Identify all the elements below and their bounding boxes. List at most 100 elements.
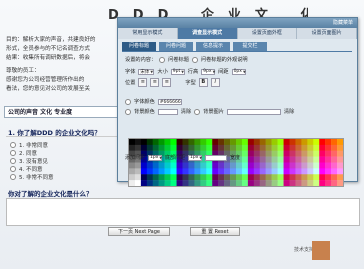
color-swatch[interactable] (301, 162, 308, 169)
color-swatch[interactable] (307, 162, 314, 169)
color-swatch[interactable] (247, 168, 255, 175)
color-swatch[interactable] (259, 180, 266, 186)
color-swatch[interactable] (212, 174, 219, 181)
font-select[interactable]: 宋体 ▼ (138, 68, 155, 75)
color-swatch[interactable] (176, 180, 183, 186)
radio-button[interactable] (10, 174, 16, 180)
color-swatch[interactable] (265, 168, 272, 175)
size-select[interactable]: 9pt ▼ (170, 68, 185, 75)
color-swatch[interactable] (146, 168, 153, 175)
color-swatch[interactable] (129, 144, 136, 151)
color-swatch[interactable] (140, 139, 148, 146)
color-swatch[interactable] (140, 144, 148, 151)
color-swatch[interactable] (325, 162, 332, 169)
color-swatch[interactable] (236, 144, 243, 151)
color-swatch[interactable] (224, 144, 231, 151)
color-swatch[interactable] (212, 180, 219, 186)
color-swatch[interactable] (307, 168, 314, 175)
color-swatch[interactable] (319, 162, 326, 169)
color-swatch[interactable] (146, 162, 153, 169)
line-select[interactable]: 9px ▼ (201, 68, 215, 75)
color-swatch[interactable] (319, 144, 326, 151)
color-swatch[interactable] (289, 144, 296, 151)
color-swatch[interactable] (313, 180, 320, 186)
color-swatch[interactable] (295, 180, 302, 186)
color-swatch[interactable] (295, 162, 302, 169)
color-swatch[interactable] (319, 156, 326, 163)
color-swatch[interactable] (295, 150, 302, 157)
color-swatch[interactable] (218, 139, 225, 146)
color-swatch[interactable] (325, 156, 332, 163)
color-swatch[interactable] (200, 144, 207, 151)
color-swatch[interactable] (146, 174, 153, 181)
color-swatch[interactable] (170, 162, 177, 169)
color-swatch[interactable] (200, 180, 207, 186)
color-swatch[interactable] (259, 174, 266, 181)
color-swatch[interactable] (218, 162, 225, 169)
color-swatch[interactable] (331, 150, 338, 157)
color-swatch[interactable] (200, 174, 207, 181)
font-color-input[interactable]: #666666 (157, 98, 182, 105)
color-swatch[interactable] (164, 144, 171, 151)
color-swatch[interactable] (277, 144, 284, 151)
color-swatch[interactable] (236, 139, 243, 146)
color-swatch[interactable] (307, 150, 314, 157)
color-swatch[interactable] (176, 162, 183, 169)
color-swatch[interactable] (295, 144, 302, 151)
color-swatch[interactable] (265, 156, 272, 163)
color-swatch[interactable] (259, 150, 266, 157)
subtab-info[interactable]: 信息提示 (196, 42, 230, 51)
radio-button[interactable] (194, 108, 201, 115)
color-swatch[interactable] (265, 174, 272, 181)
option-3[interactable]: 3. 没有意见 (10, 157, 54, 165)
color-swatch[interactable] (259, 156, 266, 163)
color-swatch[interactable] (158, 168, 165, 175)
color-swatch[interactable] (218, 180, 225, 186)
color-swatch[interactable] (176, 174, 183, 181)
answer-textarea[interactable] (6, 198, 360, 226)
color-swatch[interactable] (301, 174, 308, 181)
color-swatch[interactable] (176, 139, 183, 146)
color-swatch[interactable] (212, 144, 219, 151)
color-swatch[interactable] (331, 168, 338, 175)
color-swatch[interactable] (253, 168, 260, 175)
color-swatch[interactable] (337, 174, 343, 181)
color-swatch[interactable] (259, 144, 266, 151)
color-swatch[interactable] (224, 139, 231, 146)
color-swatch[interactable] (170, 180, 177, 186)
color-swatch[interactable] (129, 162, 136, 169)
color-swatch[interactable] (164, 168, 171, 175)
color-swatch[interactable] (164, 162, 171, 169)
color-swatch[interactable] (283, 168, 290, 175)
color-swatch[interactable] (265, 150, 272, 157)
color-swatch[interactable] (241, 144, 249, 151)
color-swatch[interactable] (140, 180, 148, 186)
color-swatch[interactable] (241, 168, 249, 175)
color-swatch[interactable] (152, 174, 159, 181)
color-swatch[interactable] (194, 144, 201, 151)
color-swatch[interactable] (170, 139, 177, 146)
color-swatch[interactable] (206, 174, 213, 181)
color-swatch[interactable] (182, 162, 189, 169)
color-swatch[interactable] (313, 174, 320, 181)
color-swatch[interactable] (152, 144, 159, 151)
color-swatch[interactable] (331, 139, 338, 146)
color-swatch[interactable] (230, 139, 237, 146)
color-swatch[interactable] (271, 168, 278, 175)
color-swatch[interactable] (152, 139, 159, 146)
color-swatch[interactable] (289, 174, 296, 181)
color-swatch[interactable] (265, 139, 272, 146)
color-swatch[interactable] (289, 162, 296, 169)
option-2[interactable]: 2. 同意 (10, 149, 54, 157)
color-swatch[interactable] (200, 139, 207, 146)
color-swatch[interactable] (319, 150, 326, 157)
color-swatch[interactable] (301, 139, 308, 146)
color-swatch[interactable] (140, 168, 148, 175)
width-input[interactable] (205, 154, 228, 161)
color-swatch[interactable] (218, 174, 225, 181)
color-swatch[interactable] (271, 144, 278, 151)
color-swatch[interactable] (295, 174, 302, 181)
align-center-icon[interactable]: ≡ (150, 78, 160, 87)
color-swatch[interactable] (134, 162, 142, 169)
color-swatch[interactable] (206, 162, 213, 169)
